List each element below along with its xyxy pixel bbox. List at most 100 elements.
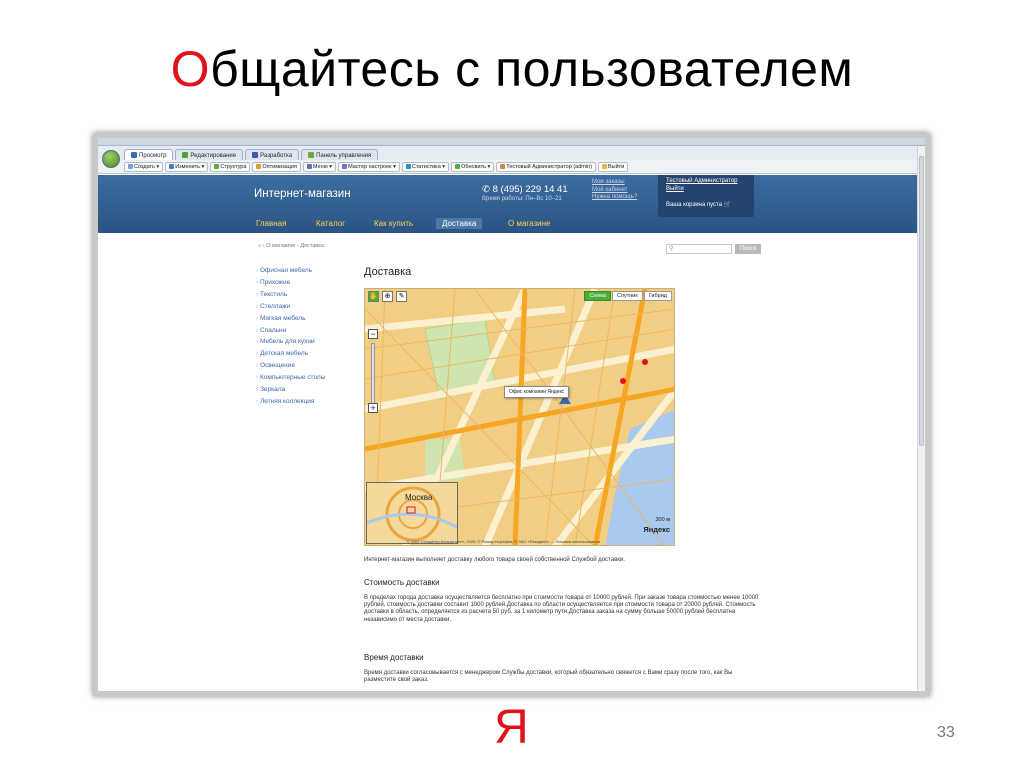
search-button[interactable]: Поиск xyxy=(735,244,761,254)
slide-title-accent: О xyxy=(170,41,211,97)
admin-box: Тестовый Администратор Выйти Ваша корзин… xyxy=(658,175,754,217)
button-label: Изменить xyxy=(175,163,201,170)
page-heading: Доставка xyxy=(364,266,412,278)
button-label: Создать xyxy=(134,163,155,170)
menu-icon xyxy=(306,163,312,169)
menu-item[interactable]: Летняя коллекция xyxy=(256,396,325,408)
change-button[interactable]: Изменить ▾ xyxy=(165,161,209,172)
optimization-icon xyxy=(256,163,262,169)
browser-window: Просмотр Редактирование Разработка Панел… xyxy=(98,138,925,691)
nav-about[interactable]: О магазине xyxy=(508,219,551,228)
button-label: Мастер настроек xyxy=(348,163,392,170)
map-mode-satellite[interactable]: Спутник xyxy=(612,291,643,301)
key-icon xyxy=(601,163,607,169)
screenshot-frame: Просмотр Редактирование Разработка Панел… xyxy=(93,133,930,696)
dev-icon xyxy=(252,152,259,158)
cost-text: В пределах города доставка осуществляетс… xyxy=(364,595,759,623)
refresh-icon xyxy=(455,163,461,169)
nav-how-to-buy[interactable]: Как купить xyxy=(374,219,413,228)
slide-page-number: 33 xyxy=(937,724,955,741)
button-label: Статистика xyxy=(411,163,441,170)
structure-icon xyxy=(214,163,220,169)
ruler-tool-icon[interactable]: ✎ xyxy=(396,291,407,302)
menu-item[interactable]: Спальни xyxy=(256,325,325,337)
create-icon xyxy=(128,163,133,169)
admin-name-link[interactable]: Тестовый Администратор xyxy=(666,178,746,186)
menu-item[interactable]: Прихожие xyxy=(256,277,325,289)
menu-button[interactable]: Меню ▾ xyxy=(302,161,337,172)
statistics-button[interactable]: Статистика ▾ xyxy=(401,161,450,172)
tab-view[interactable]: Просмотр xyxy=(124,149,174,160)
map-scale: 300 м xyxy=(655,517,671,523)
yandex-map-logo[interactable]: Яндекс xyxy=(643,525,670,534)
wizard-button[interactable]: Мастер настроек ▾ xyxy=(338,161,400,172)
menu-item[interactable]: Зеркала xyxy=(256,384,325,396)
map-mode-scheme[interactable]: Схема xyxy=(584,291,612,301)
map-copyright[interactable]: © ЗАО «Геоцентр-Консалтинг», 2009; © Рос… xyxy=(407,539,600,544)
menu-item[interactable]: Текстиль xyxy=(256,289,325,301)
edit-icon xyxy=(182,152,189,158)
menu-item[interactable]: Офисная мебель xyxy=(256,265,325,277)
page-scrollbar[interactable] xyxy=(917,146,925,691)
site-name[interactable]: Интернет-магазин xyxy=(254,188,351,200)
nav-delivery[interactable]: Доставка xyxy=(436,218,483,229)
map-mode-hybrid[interactable]: Гибрид xyxy=(643,291,672,301)
statistics-icon xyxy=(405,163,411,169)
phone-text: 8 (495) 229 14 41 xyxy=(492,184,568,195)
delivery-map[interactable]: ✋ ⊕ ✎ Схема Спутник Гибрид − + Офис комп… xyxy=(364,288,675,546)
tab-label: Редактирование xyxy=(190,153,237,159)
tab-control-panel[interactable]: Панель управления xyxy=(301,149,379,160)
delivery-intro: Интернет-магазин выполняет доставку любо… xyxy=(364,557,625,563)
browser-top-strip xyxy=(98,138,925,146)
user-icon xyxy=(500,163,506,169)
magnifier-tool-icon[interactable]: ⊕ xyxy=(382,291,393,302)
breadcrumb[interactable]: ⌂ › О магазине › Доставка xyxy=(258,243,324,249)
browser-logo-icon[interactable] xyxy=(102,150,120,168)
phone-number: ✆ 8 (495) 229 14 41 xyxy=(482,184,568,195)
menu-item[interactable]: Мебель для кухни xyxy=(256,336,325,348)
my-account-link[interactable]: Мой кабинет xyxy=(592,187,637,195)
button-label: Меню xyxy=(312,163,328,170)
nav-home[interactable]: Главная xyxy=(256,219,286,228)
menu-item[interactable]: Мягкая мебель xyxy=(256,313,325,325)
tab-label: Разработка xyxy=(260,153,293,159)
search-input[interactable]: ⚲ xyxy=(666,244,732,254)
logout-button[interactable]: Выйти xyxy=(597,161,629,172)
wizard-icon xyxy=(342,163,348,169)
menu-item[interactable]: Компьютерные столы xyxy=(256,372,325,384)
button-label: Тестовый Администратор (admin) xyxy=(506,163,592,170)
tab-dev[interactable]: Разработка xyxy=(245,149,300,160)
scrollbar-thumb[interactable] xyxy=(919,156,924,446)
zoom-in-button[interactable]: + xyxy=(368,403,378,413)
cart-status[interactable]: Ваша корзина пуста 🛒 xyxy=(666,202,746,210)
time-heading: Время доставки xyxy=(364,653,424,662)
create-button[interactable]: Создать ▾ xyxy=(124,161,164,172)
admin-toolbar: Создать ▾ Изменить ▾ Структура Оптимизац… xyxy=(98,160,925,174)
button-label: Оптимизация xyxy=(262,163,297,170)
tab-edit[interactable]: Редактирование xyxy=(175,149,244,160)
button-label: Выйти xyxy=(607,163,625,170)
office-callout[interactable]: Офис компании Яндекс xyxy=(504,386,570,398)
structure-button[interactable]: Структура xyxy=(210,161,251,172)
cost-heading: Стоимость доставки xyxy=(364,578,440,587)
menu-item[interactable]: Освещение xyxy=(256,360,325,372)
zoom-slider[interactable] xyxy=(371,343,375,405)
tab-label: Просмотр xyxy=(139,153,167,159)
hand-tool-icon[interactable]: ✋ xyxy=(368,291,379,302)
my-orders-link[interactable]: Мои заказы xyxy=(592,179,637,187)
nav-catalog[interactable]: Каталог xyxy=(316,219,345,228)
admin-tabs: Просмотр Редактирование Разработка Панел… xyxy=(98,146,925,160)
refresh-button[interactable]: Обновить ▾ xyxy=(451,161,495,172)
time-text: Время доставки согласовывается с менедже… xyxy=(364,670,733,684)
admin-user-button[interactable]: Тестовый Администратор (admin) xyxy=(496,161,596,172)
cart-icon: 🛒 xyxy=(723,202,732,208)
help-link[interactable]: Нужна помощь? xyxy=(592,194,637,202)
overview-minimap[interactable]: Москва xyxy=(366,482,458,544)
view-icon xyxy=(131,152,137,158)
menu-item[interactable]: Детская мебель xyxy=(256,348,325,360)
catalog-menu: Офисная мебель Прихожие Текстиль Стеллаж… xyxy=(256,265,325,408)
zoom-out-button[interactable]: − xyxy=(368,329,378,339)
site-logout-link[interactable]: Выйти xyxy=(666,186,746,194)
menu-item[interactable]: Стеллажи xyxy=(256,301,325,313)
optimization-button[interactable]: Оптимизация xyxy=(252,161,301,172)
